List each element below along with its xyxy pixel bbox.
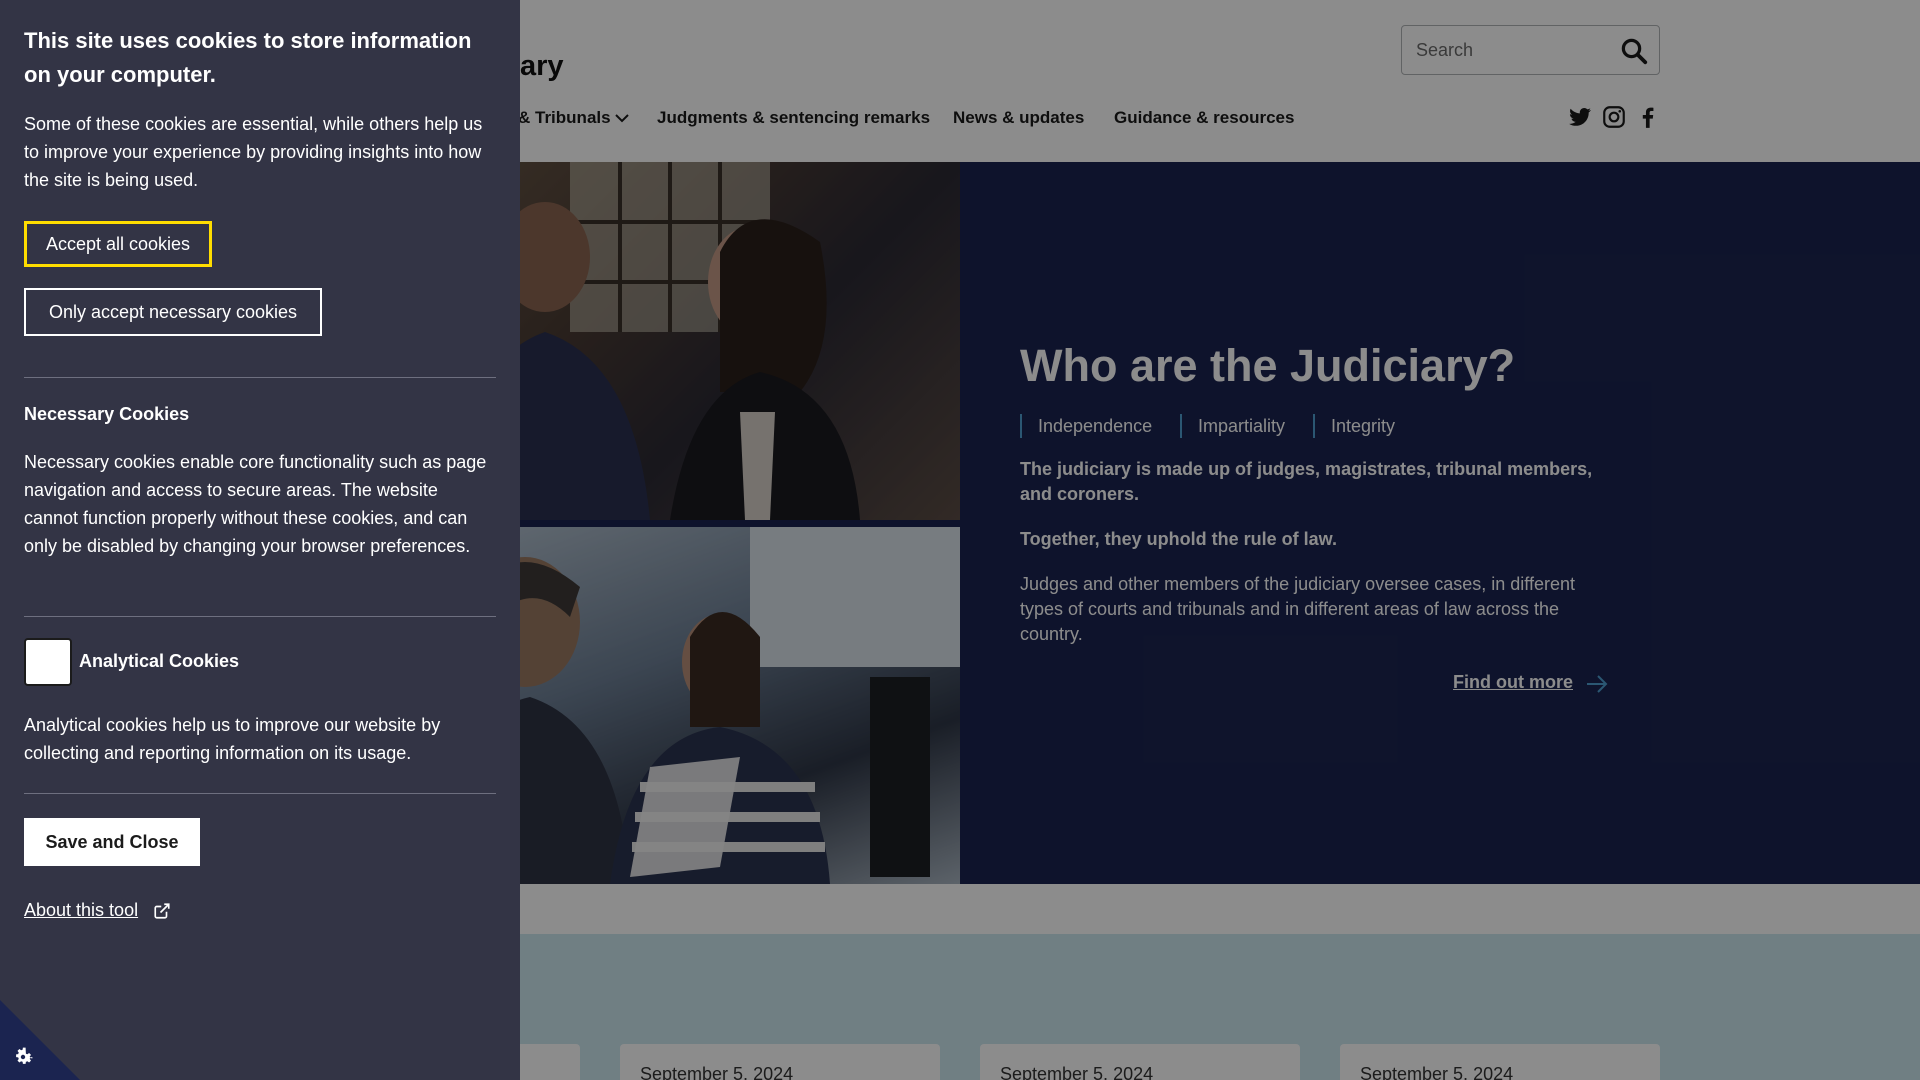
external-link-icon	[154, 903, 170, 919]
necessary-cookies-text: Necessary cookies enable core functional…	[24, 452, 487, 556]
analytical-cookies-heading[interactable]: Analytical Cookies	[79, 651, 239, 672]
accept-necessary-cookies-button[interactable]: Only accept necessary cookies	[24, 288, 322, 336]
cookie-panel-intro: Some of these cookies are essential, whi…	[24, 114, 483, 190]
save-and-close-button[interactable]: Save and Close	[24, 818, 200, 866]
cookie-consent-panel: This site uses cookies to store informat…	[0, 0, 520, 1080]
gear-icon[interactable]	[11, 1045, 35, 1069]
divider	[24, 377, 496, 378]
necessary-cookies-heading: Necessary Cookies	[24, 404, 190, 424]
about-this-tool-link[interactable]: About this tool	[24, 900, 138, 921]
divider	[24, 616, 496, 617]
divider	[24, 793, 496, 794]
analytical-cookies-checkbox[interactable]	[24, 638, 72, 686]
analytical-cookies-text: Analytical cookies help us to improve ou…	[24, 715, 441, 763]
accept-all-cookies-button[interactable]: Accept all cookies	[24, 221, 212, 267]
cookie-panel-title: This site uses cookies to store informat…	[24, 28, 472, 87]
